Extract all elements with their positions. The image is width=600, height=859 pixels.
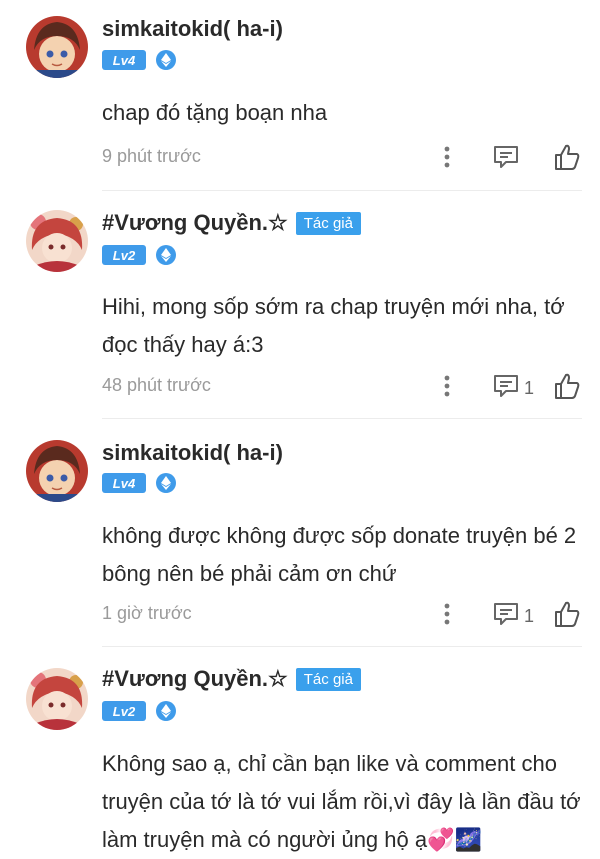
- comment-text: chap đó tặng boạn nha: [102, 100, 328, 125]
- comment-header: #Vương Quyền.☆ Tác giả: [102, 210, 361, 236]
- comment-actions: 48 phút trước 1: [102, 371, 582, 401]
- more-vertical-icon[interactable]: [432, 371, 462, 401]
- comment-header: simkaitokid( ha-i): [102, 440, 283, 466]
- comment-actions: 1 giờ trước 1: [102, 599, 582, 629]
- divider: [102, 190, 582, 191]
- reply-button[interactable]: 1: [492, 373, 534, 404]
- divider: [102, 418, 582, 419]
- author-badge: Tác giả: [295, 211, 361, 235]
- author-badge: Tác giả: [295, 667, 361, 691]
- reply-icon: [492, 601, 520, 632]
- level-badge: Lv4: [102, 473, 146, 493]
- user-badges: Lv2: [102, 245, 176, 265]
- comment-actions: 9 phút trước: [102, 142, 582, 172]
- thumbs-up-icon[interactable]: [552, 371, 582, 401]
- user-badges: Lv4: [102, 473, 176, 493]
- level-badge: Lv2: [102, 701, 146, 721]
- user-badges: Lv4: [102, 50, 176, 70]
- avatar[interactable]: [26, 440, 88, 502]
- user-badges: Lv2: [102, 701, 176, 721]
- avatar[interactable]: [26, 210, 88, 272]
- comment-text: không được không được sốp donate truyện …: [102, 523, 577, 586]
- comment-text: Không sao ạ, chỉ cần bạn like và comment…: [102, 751, 581, 852]
- timestamp: 48 phút trước: [102, 375, 211, 395]
- ethereum-icon: [156, 473, 176, 493]
- reply-button[interactable]: 1: [492, 601, 534, 632]
- comment-text: Hihi, mong sốp sớm ra chap truyện mới nh…: [102, 294, 565, 357]
- avatar[interactable]: [26, 668, 88, 730]
- comment-header: simkaitokid( ha-i): [102, 16, 283, 42]
- timestamp: 9 phút trước: [102, 146, 201, 166]
- reply-icon: [492, 144, 520, 175]
- reply-count: 1: [524, 606, 535, 626]
- thumbs-up-icon[interactable]: [552, 599, 582, 629]
- reply-icon: [492, 373, 520, 404]
- username[interactable]: #Vương Quyền.☆: [102, 666, 288, 692]
- thumbs-up-icon[interactable]: [552, 142, 582, 172]
- reply-button[interactable]: [492, 144, 524, 175]
- username[interactable]: #Vương Quyền.☆: [102, 210, 288, 236]
- username[interactable]: simkaitokid( ha-i): [102, 16, 283, 42]
- reply-count: 1: [524, 378, 535, 398]
- level-badge: Lv4: [102, 50, 146, 70]
- more-vertical-icon[interactable]: [432, 599, 462, 629]
- ethereum-icon: [156, 245, 176, 265]
- more-vertical-icon[interactable]: [432, 142, 462, 172]
- ethereum-icon: [156, 701, 176, 721]
- comment-header: #Vương Quyền.☆ Tác giả: [102, 666, 361, 692]
- timestamp: 1 giờ trước: [102, 603, 192, 623]
- username[interactable]: simkaitokid( ha-i): [102, 440, 283, 466]
- avatar[interactable]: [26, 16, 88, 78]
- ethereum-icon: [156, 50, 176, 70]
- level-badge: Lv2: [102, 245, 146, 265]
- divider: [102, 646, 582, 647]
